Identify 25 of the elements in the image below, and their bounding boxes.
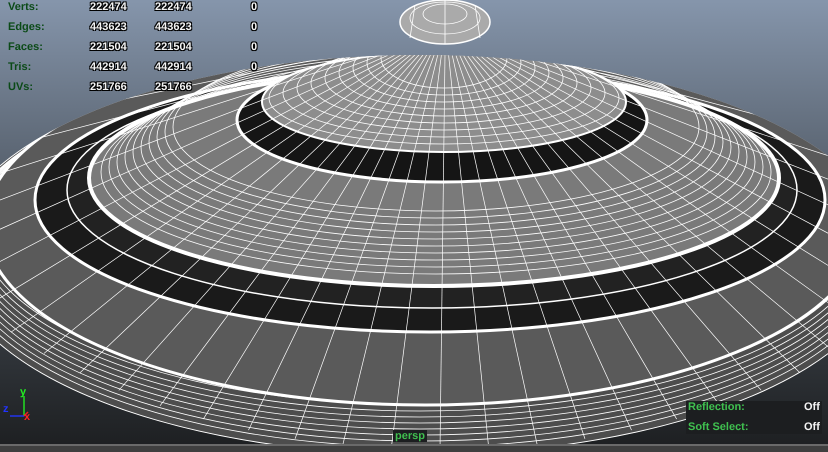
stat-value: 0 xyxy=(251,0,258,15)
stat-value: 443623 xyxy=(90,20,128,35)
camera-name: persp xyxy=(393,430,427,442)
stat-label: Faces: xyxy=(8,40,44,55)
stat-label: Edges: xyxy=(8,20,46,35)
stat-value: 443623 xyxy=(155,20,193,35)
stat-value: 221504 xyxy=(90,40,128,55)
stat-label: UVs: xyxy=(8,80,34,95)
stat-value: 442914 xyxy=(155,60,193,75)
stat-value: 0 xyxy=(251,40,258,55)
setting-value: Off xyxy=(804,400,820,416)
stat-value: 221504 xyxy=(155,40,193,55)
stat-value: 0 xyxy=(251,20,258,35)
axis-label: x xyxy=(24,410,30,425)
setting-label: Soft Select: xyxy=(688,420,750,436)
stat-value: 442914 xyxy=(90,60,128,75)
stat-value: 222474 xyxy=(90,0,128,15)
setting-label: Reflection: xyxy=(688,400,746,416)
stat-value: 251766 xyxy=(90,80,128,95)
axis-label: z xyxy=(3,402,8,417)
stat-label: Tris: xyxy=(8,60,32,75)
stat-label: Verts: xyxy=(8,0,40,15)
axis-label: y xyxy=(20,385,26,400)
setting-value: Off xyxy=(804,420,820,436)
stat-value: 222474 xyxy=(155,0,193,15)
